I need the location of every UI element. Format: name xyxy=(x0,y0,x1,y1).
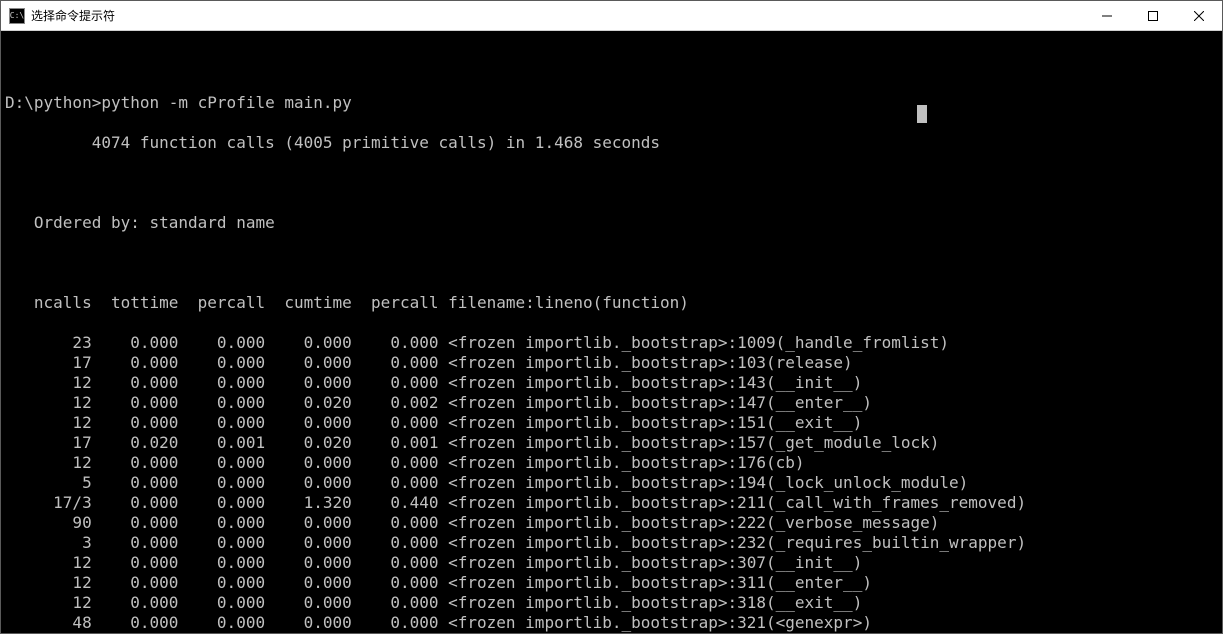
window-controls xyxy=(1084,1,1222,30)
window-title: 选择命令提示符 xyxy=(31,7,1084,24)
command-text: python -m cProfile main.py xyxy=(101,93,351,112)
table-row: 3 0.000 0.000 0.000 0.000 <frozen import… xyxy=(5,533,1218,553)
table-row: 17/3 0.000 0.000 1.320 0.440 <frozen imp… xyxy=(5,493,1218,513)
blank-line-1 xyxy=(5,173,1218,193)
prompt-path: D:\python> xyxy=(5,93,101,112)
blank-line-0 xyxy=(5,53,1218,73)
command-line: D:\python>python -m cProfile main.py xyxy=(5,93,1218,113)
table-row: 12 0.000 0.000 0.000 0.000 <frozen impor… xyxy=(5,593,1218,613)
titlebar[interactable]: C:\ 选择命令提示符 xyxy=(1,1,1222,31)
blank-line-2 xyxy=(5,253,1218,273)
table-row: 12 0.000 0.000 0.000 0.000 <frozen impor… xyxy=(5,553,1218,573)
profile-rows: 23 0.000 0.000 0.000 0.000 <frozen impor… xyxy=(5,333,1218,633)
cmd-window: C:\ 选择命令提示符 D:\python>python -m cProfile… xyxy=(0,0,1223,634)
table-row: 12 0.000 0.000 0.000 0.000 <frozen impor… xyxy=(5,573,1218,593)
table-row: 17 0.000 0.000 0.000 0.000 <frozen impor… xyxy=(5,353,1218,373)
ordered-by-line: Ordered by: standard name xyxy=(5,213,1218,233)
terminal-area[interactable]: D:\python>python -m cProfile main.py 407… xyxy=(1,31,1222,633)
table-row: 12 0.000 0.000 0.000 0.000 <frozen impor… xyxy=(5,413,1218,433)
table-row: 90 0.000 0.000 0.000 0.000 <frozen impor… xyxy=(5,513,1218,533)
close-icon xyxy=(1194,11,1204,21)
maximize-button[interactable] xyxy=(1130,1,1176,30)
minimize-icon xyxy=(1102,11,1112,21)
table-row: 5 0.000 0.000 0.000 0.000 <frozen import… xyxy=(5,473,1218,493)
table-row: 12 0.000 0.000 0.000 0.000 <frozen impor… xyxy=(5,373,1218,393)
table-row: 12 0.000 0.000 0.000 0.000 <frozen impor… xyxy=(5,453,1218,473)
table-header: ncalls tottime percall cumtime percall f… xyxy=(5,293,1218,313)
table-row: 23 0.000 0.000 0.000 0.000 <frozen impor… xyxy=(5,333,1218,353)
app-icon: C:\ xyxy=(9,8,25,24)
table-row: 12 0.000 0.000 0.020 0.002 <frozen impor… xyxy=(5,393,1218,413)
summary-line: 4074 function calls (4005 primitive call… xyxy=(5,133,1218,153)
text-cursor xyxy=(917,105,927,123)
minimize-button[interactable] xyxy=(1084,1,1130,30)
table-row: 48 0.000 0.000 0.000 0.000 <frozen impor… xyxy=(5,613,1218,633)
maximize-icon xyxy=(1148,11,1158,21)
close-button[interactable] xyxy=(1176,1,1222,30)
table-row: 17 0.020 0.001 0.020 0.001 <frozen impor… xyxy=(5,433,1218,453)
